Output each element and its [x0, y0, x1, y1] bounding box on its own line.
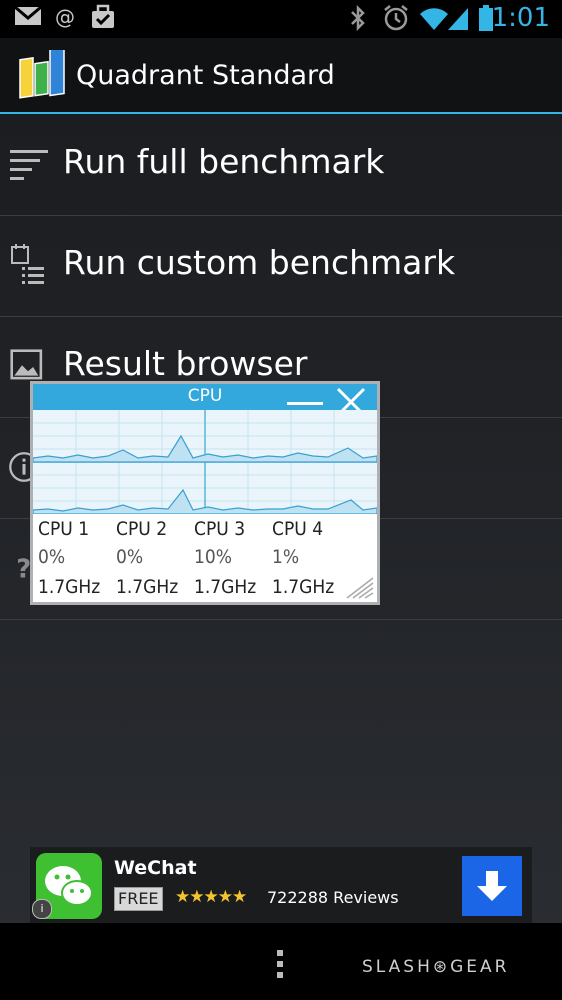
gmail-icon: [14, 5, 42, 25]
tasks-icon: [92, 4, 114, 28]
ad-info-icon[interactable]: i: [32, 899, 52, 919]
cpu-name: CPU 4: [272, 518, 324, 540]
ad-banner[interactable]: i WeChat FREE ★★★★★ 722288 Reviews: [30, 847, 532, 923]
bluetooth-icon: [351, 4, 365, 32]
action-bar: Quadrant Standard: [0, 38, 562, 114]
cpu-name: CPU 2: [116, 518, 168, 540]
at-icon: @: [55, 5, 75, 29]
cpu-usage: 1%: [272, 546, 300, 568]
cpu-frequency: 1.7GHz: [38, 576, 101, 598]
ad-download-button[interactable]: [462, 856, 522, 916]
app-title: Quadrant Standard: [76, 60, 335, 91]
cpu-frequency: 1.7GHz: [116, 576, 179, 598]
menu-item-run-custom-benchmark[interactable]: Run custom benchmark: [0, 215, 562, 317]
watermark: SLASH⊛GEAR: [362, 957, 510, 977]
resize-grip-icon[interactable]: [345, 574, 375, 600]
menu-item-label: Run custom benchmark: [63, 243, 456, 282]
menu-item-run-full-benchmark[interactable]: Run full benchmark: [0, 114, 562, 216]
cpu-usage: 0%: [116, 546, 144, 568]
overflow-menu-icon[interactable]: [274, 948, 286, 980]
alarm-icon: [384, 5, 408, 31]
app-logo-icon[interactable]: [18, 50, 68, 102]
cpu-usage: 10%: [194, 546, 232, 568]
cpu-frequency: 1.7GHz: [194, 576, 257, 598]
ad-title: WeChat: [114, 857, 197, 879]
svg-text:@: @: [55, 5, 75, 29]
cpu-monitor-widget[interactable]: CPU CPU 1 0% 1.7GHz CPU 2 0% 1.7GHz CPU …: [30, 381, 380, 605]
cpu-name: CPU 1: [38, 518, 90, 540]
svg-text:?: ?: [16, 554, 31, 584]
cpu-usage-graph: [33, 410, 377, 514]
menu-item-label: Run full benchmark: [63, 142, 385, 181]
cpu-name: CPU 3: [194, 518, 246, 540]
menu-item-label: Result browser: [63, 344, 308, 383]
ad-price-badge: FREE: [114, 887, 163, 911]
custom-list-icon: [11, 244, 44, 284]
list-lines-icon: [10, 150, 48, 180]
cpu-frequency: 1.7GHz: [272, 576, 335, 598]
cpu-widget-title: CPU: [187, 386, 223, 406]
ad-rating-stars: ★★★★★: [175, 887, 247, 907]
ad-review-count: 722288 Reviews: [267, 888, 399, 907]
cpu-usage: 0%: [38, 546, 66, 568]
minimize-icon[interactable]: [287, 402, 323, 405]
download-arrow-icon: [477, 871, 507, 901]
cpu-widget-titlebar[interactable]: CPU: [33, 384, 377, 410]
clock: 1:01: [491, 3, 550, 33]
status-bar: @ 1:01: [0, 0, 562, 38]
navigation-bar: SLASH⊛GEAR: [0, 923, 562, 1000]
image-icon: [10, 349, 43, 380]
signal-icon: [448, 8, 468, 30]
